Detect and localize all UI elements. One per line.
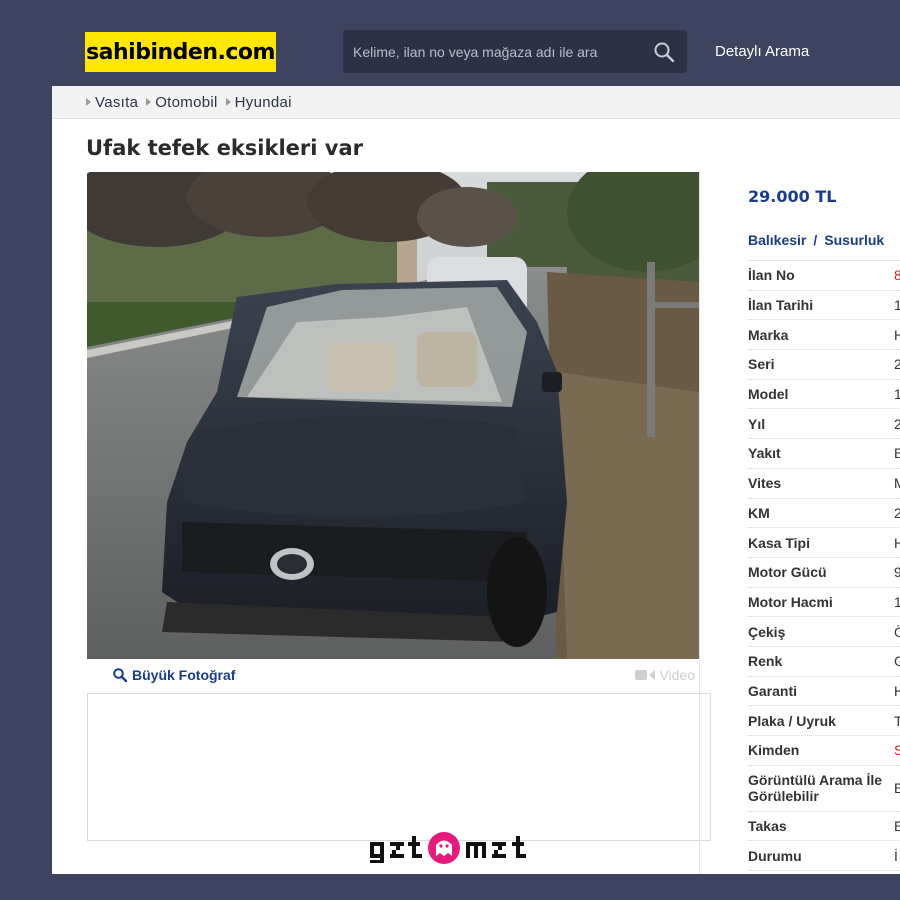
- big-photo-label: Büyük Fotoğraf: [132, 667, 236, 683]
- thumbnail-area: [87, 693, 711, 841]
- attribute-value: 2: [894, 356, 900, 373]
- attribute-value: H: [894, 534, 900, 551]
- breadcrumb: Vasıta Otomobil Hyundai: [52, 86, 900, 119]
- search-box: [343, 30, 687, 73]
- attribute-row-motor-hacmi: Motor Hacmi 1: [748, 588, 900, 618]
- attribute-key: Garanti: [748, 682, 798, 699]
- big-photo-link[interactable]: Büyük Fotoğraf: [113, 667, 235, 683]
- attribute-key: Çekiş: [748, 623, 786, 640]
- attribute-key: Plaka / Uyruk: [748, 712, 836, 729]
- attribute-value: E: [894, 818, 900, 835]
- top-bar: sahibinden.com Detaylı Arama: [0, 0, 900, 86]
- breadcrumb-arrow-icon: [86, 98, 91, 106]
- attribute-row-plaka-uyruk: Plaka / Uyruk T: [748, 706, 900, 736]
- site-logo[interactable]: sahibinden.com: [85, 32, 276, 72]
- attribute-row-yakit: Yakıt B: [748, 439, 900, 469]
- attribute-row-seri: Seri 2: [748, 350, 900, 380]
- attribute-value: T: [894, 712, 900, 729]
- attribute-row-cekis: Çekiş Ö: [748, 617, 900, 647]
- breadcrumb-item-otomobil[interactable]: Otomobil: [146, 94, 217, 111]
- attribute-row-yil: Yıl 2: [748, 409, 900, 440]
- attribute-value: 1: [894, 297, 900, 314]
- attribute-value: 8: [894, 267, 900, 284]
- damaged-car-photo: [87, 172, 699, 659]
- attribute-row-motor-gucu: Motor Gücü 9: [748, 558, 900, 588]
- attribute-key: İlan No: [748, 267, 795, 284]
- attribute-row-takas: Takas E: [748, 812, 900, 842]
- attribute-key: Yakıt: [748, 445, 781, 462]
- location-district-link[interactable]: Susurluk: [824, 232, 884, 248]
- listing-title: Ufak tefek eksikleri var: [86, 136, 363, 160]
- video-label: Video: [659, 667, 695, 683]
- attribute-key: Model: [748, 386, 789, 403]
- breadcrumb-label: Otomobil: [155, 93, 218, 111]
- breadcrumb-label: Hyundai: [234, 93, 292, 111]
- attribute-key: Görüntülü Arama İle Görülebilir: [748, 772, 883, 805]
- search-input[interactable]: [353, 30, 643, 73]
- breadcrumb-item-vasita[interactable]: Vasıta: [86, 94, 138, 111]
- video-camera-lens-icon: [649, 670, 656, 680]
- attribute-key: Seri: [748, 356, 775, 373]
- magnifier-icon: [113, 668, 127, 682]
- attribute-key: Renk: [748, 653, 783, 670]
- photo-toolbar: Büyük Fotoğraf Video: [87, 659, 711, 693]
- attribute-row-kimden: Kimden S: [748, 736, 900, 766]
- gzt-watermark-logo: [370, 832, 526, 864]
- attribute-key: Durumu: [748, 847, 802, 864]
- video-link[interactable]: Video: [635, 667, 695, 683]
- attribute-row-durumu: Durumu İ: [748, 841, 900, 872]
- attribute-key: Marka: [748, 326, 789, 343]
- attribute-key: KM: [748, 504, 770, 521]
- attribute-row-marka: Marka H: [748, 320, 900, 351]
- listing-page: Vasıta Otomobil Hyundai Ufak tefek eksik…: [52, 86, 900, 874]
- breadcrumb-label: Vasıta: [95, 93, 139, 111]
- video-camera-icon: [635, 670, 648, 680]
- listing-price: 29.000 TL: [748, 187, 837, 206]
- attribute-row-model: Model 1: [748, 380, 900, 410]
- breadcrumb-item-hyundai[interactable]: Hyundai: [225, 93, 292, 111]
- attribute-row-ilan-tarihi: İlan Tarihi 1: [748, 291, 900, 321]
- attribute-key: Motor Gücü: [748, 564, 827, 581]
- attribute-row-garanti: Garanti H: [748, 677, 900, 707]
- breadcrumb-arrow-icon: [146, 98, 152, 106]
- main-photo[interactable]: [87, 172, 699, 659]
- attribute-value: G: [894, 653, 900, 670]
- attribute-value: 1: [894, 593, 900, 610]
- listing-location: Balıkesir / Susurluk: [748, 232, 884, 248]
- attribute-row-ilan-no: İlan No 8: [748, 261, 900, 291]
- attribute-value: M: [894, 475, 900, 492]
- attribute-row-kasa-tipi: Kasa Tipi H: [748, 528, 900, 558]
- attribute-value: H: [894, 682, 900, 699]
- attribute-key: Kimden: [748, 742, 800, 759]
- attribute-value: 2: [894, 504, 900, 521]
- attribute-value: 9: [894, 564, 900, 581]
- attribute-value: E: [894, 780, 900, 797]
- search-icon[interactable]: [653, 41, 675, 63]
- attribute-key: Vites: [748, 475, 782, 492]
- attribute-value: 2: [894, 415, 900, 432]
- attribute-value: B: [894, 445, 900, 462]
- attribute-row-goruntulu-arama: Görüntülü Arama İle Görülebilir E: [748, 766, 900, 812]
- breadcrumb-arrow-icon: [225, 98, 231, 106]
- attribute-row-vites: Vites M: [748, 469, 900, 499]
- location-city-link[interactable]: Balıkesir: [748, 232, 806, 248]
- attribute-value: İ: [894, 847, 898, 864]
- attribute-value: Ö: [894, 623, 900, 640]
- attribute-value: 1: [894, 386, 900, 403]
- attribute-key: Yıl: [748, 415, 766, 432]
- attribute-row-km: KM 2: [748, 499, 900, 529]
- attribute-key: Takas: [748, 818, 787, 835]
- attribute-row-renk: Renk G: [748, 647, 900, 677]
- detailed-search-link[interactable]: Detaylı Arama: [715, 43, 809, 60]
- attribute-table: İlan No 8 İlan Tarihi 1 Marka H Seri 2 Model…: [748, 260, 900, 872]
- attribute-key: İlan Tarihi: [748, 297, 814, 314]
- attribute-value: S: [894, 742, 900, 759]
- location-separator: /: [813, 232, 818, 248]
- attribute-key: Motor Hacmi: [748, 593, 833, 610]
- attribute-key: Kasa Tipi: [748, 534, 810, 551]
- listing-info-panel: 29.000 TL Balıkesir / Susurluk İlan No 8 İl…: [699, 172, 900, 874]
- attribute-value: H: [894, 326, 900, 343]
